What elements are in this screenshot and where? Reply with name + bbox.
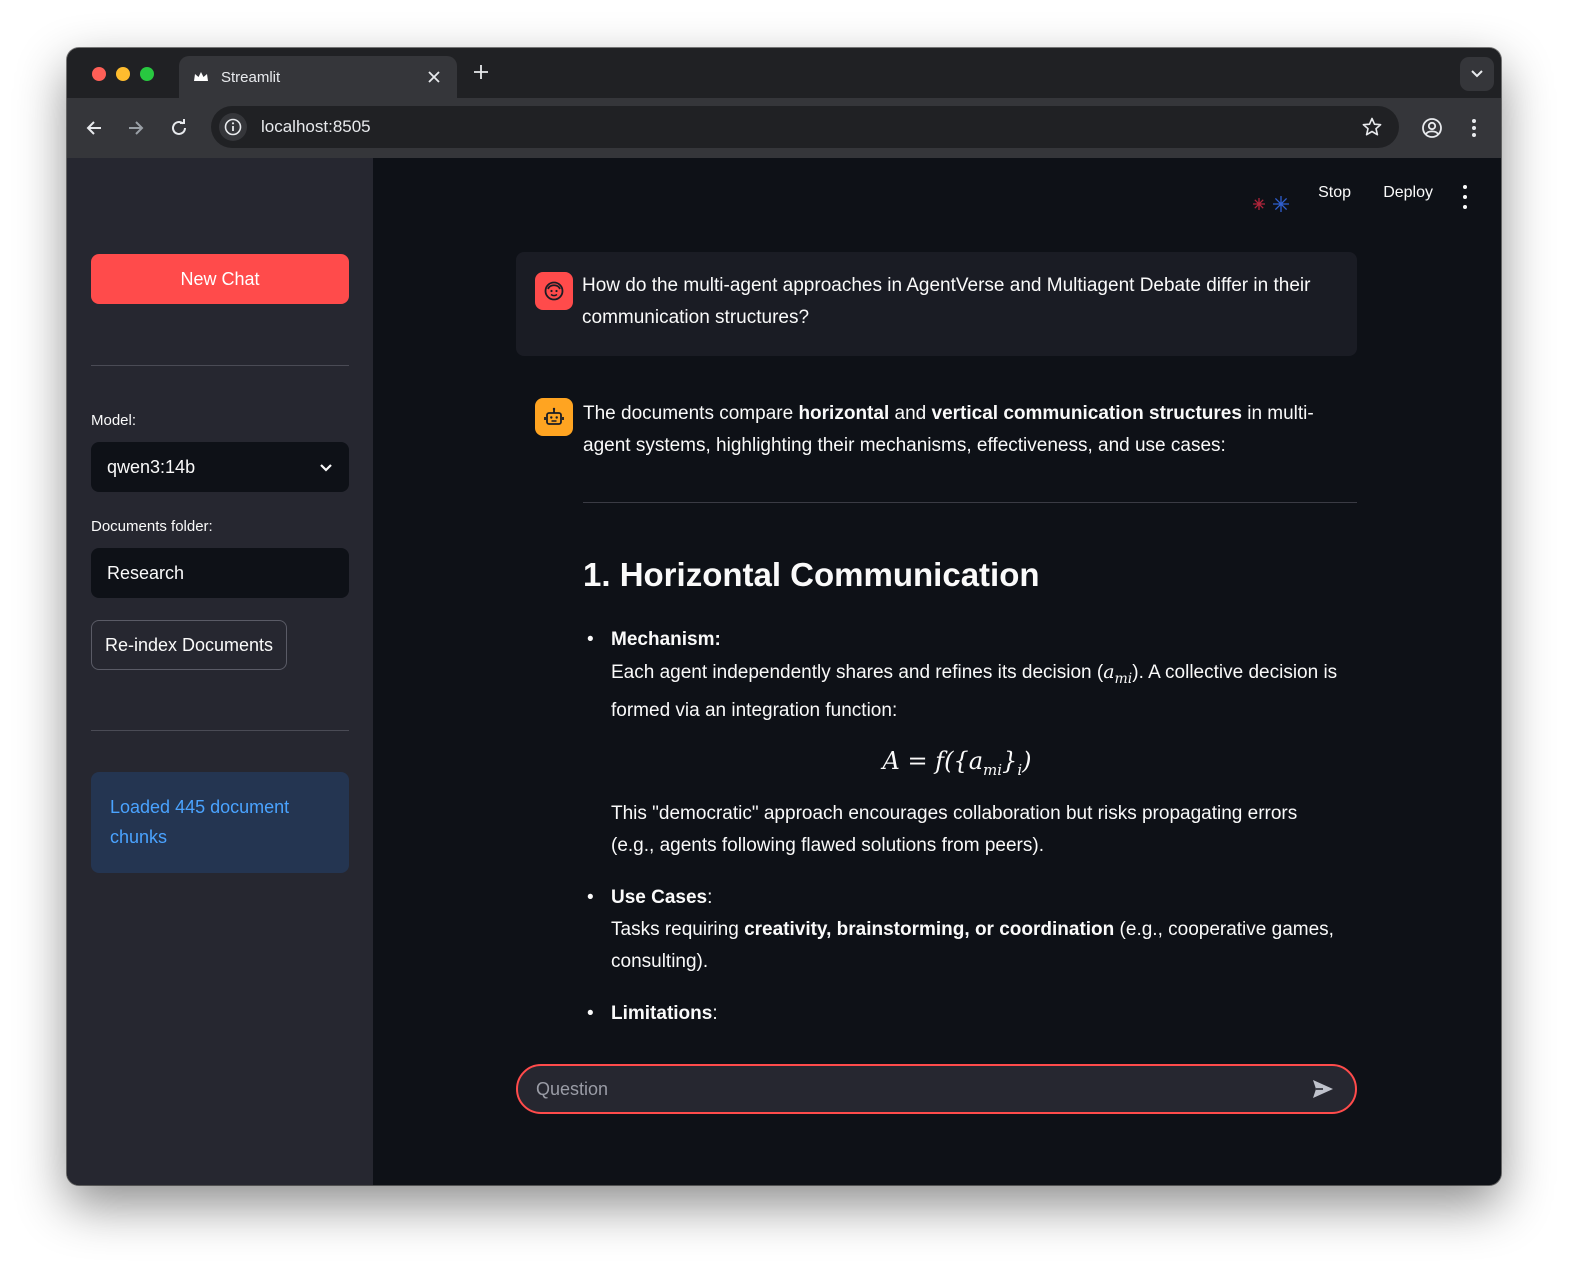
url-text: localhost:8505 [261,117,371,136]
assistant-avatar-icon [535,398,573,436]
model-label: Model: [91,412,137,429]
deploy-button[interactable]: Deploy [1383,184,1433,202]
close-icon[interactable] [425,67,443,88]
section-heading: 1. Horizontal Communication [583,556,1040,593]
tab-title: Streamlit [221,68,281,86]
model-select-value: qwen3:14b [107,456,196,477]
list-item: Use Cases: Tasks requiring creativity, b… [583,882,1343,978]
question-input[interactable] [536,1078,1309,1100]
user-message-text: How do the multi-agent approaches in Age… [582,275,1311,328]
formula: A = f({ami}i) [882,746,1032,779]
star-icon[interactable] [1357,112,1387,142]
streamlit-crown-icon [193,69,209,85]
send-icon[interactable] [1309,1075,1337,1103]
reload-icon[interactable] [165,114,193,142]
browser-toolbar: localhost:8505 [67,98,1501,158]
arrow-left-icon[interactable] [80,114,108,142]
chevron-down-icon[interactable] [1460,57,1494,91]
list-item: Mechanism: Each agent independently shar… [583,624,1343,862]
tab-strip: Streamlit [67,48,1501,98]
kebab-menu-icon[interactable] [1460,114,1488,142]
browser-window: Streamlit localhost:8505 New Chat Model:… [67,48,1501,1185]
address-bar[interactable]: localhost:8505 [211,106,1399,148]
chevron-down-icon [319,457,333,478]
maximize-window-button[interactable] [140,67,154,81]
sidebar-divider [91,730,349,731]
arrow-right-icon[interactable] [122,114,150,142]
minimize-window-button[interactable] [116,67,130,81]
main-menu-icon[interactable] [1457,185,1473,209]
user-avatar-icon [535,272,573,310]
documents-folder-label: Documents folder: [91,518,213,535]
status-info-box: Loaded 445 document chunks [91,772,349,873]
sidebar: New Chat Model: qwen3:14b Documents fold… [67,158,373,1185]
mechanism-note: This "democratic" approach encourages co… [611,802,1298,856]
stop-button[interactable]: Stop [1318,184,1351,202]
documents-folder-input[interactable]: Research [91,548,349,598]
sidebar-divider [91,365,349,366]
chat-input-container [516,1064,1357,1114]
assistant-intro-text: The documents compare horizontal and ver… [583,403,1314,456]
message-divider [583,502,1357,503]
user-message: How do the multi-agent approaches in Age… [516,252,1357,356]
model-select[interactable]: qwen3:14b [91,442,349,492]
account-icon[interactable] [1418,114,1446,142]
reindex-documents-button[interactable]: Re-index Documents [91,620,287,670]
running-spinner-icon [1253,196,1289,212]
bullet-list: Mechanism: Each agent independently shar… [583,624,1343,1030]
plus-icon[interactable] [469,59,493,87]
new-chat-button[interactable]: New Chat [91,254,349,304]
list-item: Limitations: [583,998,1343,1030]
info-icon[interactable] [219,113,247,141]
close-window-button[interactable] [92,67,106,81]
main-content: Stop Deploy How do the multi-agent appro… [373,158,1501,1185]
browser-tab[interactable]: Streamlit [179,56,457,98]
streamlit-app: New Chat Model: qwen3:14b Documents fold… [67,158,1501,1185]
